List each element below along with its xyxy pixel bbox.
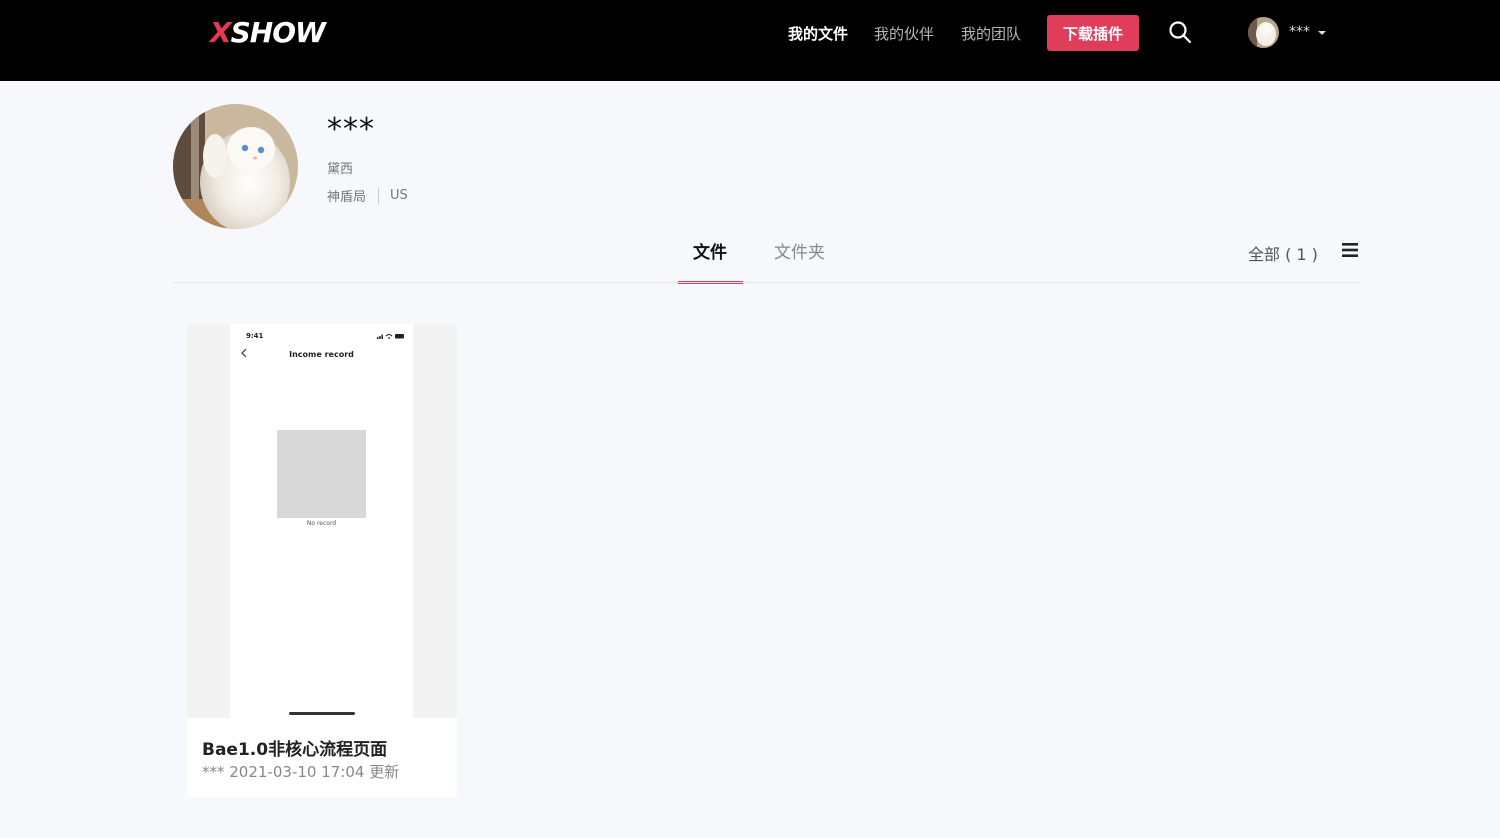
caret-down-icon[interactable] (1318, 31, 1326, 35)
top-navigation-bar: XSHOW 我的文件 我的伙伴 我的团队 下载插件 *** (0, 0, 1500, 81)
home-indicator (289, 712, 355, 715)
file-title[interactable]: Bae1.0非核心流程页面 (202, 735, 387, 760)
tab-folders[interactable]: 文件夹 (774, 238, 825, 263)
preview-empty-text: No record (306, 520, 337, 527)
profile-avatar (173, 104, 298, 229)
empty-state-image (277, 430, 366, 518)
file-meta: *** 2021-03-10 17:04 更新 (202, 763, 400, 781)
phone-preview: 9:41 Income record No record (230, 324, 413, 718)
search-icon[interactable] (1168, 20, 1192, 44)
status-bar-icons (377, 334, 404, 339)
user-avatar[interactable] (1248, 17, 1279, 48)
divider (378, 186, 380, 205)
profile-org-line: 神盾局 US (327, 186, 408, 205)
profile-region: US (390, 188, 408, 203)
tabs-divider (172, 282, 1361, 283)
user-menu-name[interactable]: *** (1289, 24, 1310, 40)
xshow-logo[interactable]: XSHOW (210, 16, 326, 49)
list-view-icon[interactable] (1342, 242, 1358, 258)
preview-status-time: 9:41 (246, 332, 264, 340)
download-plugin-button[interactable]: 下载插件 (1047, 15, 1139, 51)
nav-my-partners[interactable]: 我的伙伴 (874, 23, 934, 44)
nav-my-files[interactable]: 我的文件 (788, 23, 848, 44)
profile-name: *** (327, 112, 375, 147)
profile-subtitle: 黛西 (327, 162, 354, 177)
file-thumbnail: 9:41 Income record No record (187, 324, 457, 718)
preview-screen-title: Income record (289, 350, 354, 359)
file-card[interactable]: 9:41 Income record No record Bae1.0非核心流程… (187, 324, 457, 797)
profile-organization: 神盾局 (327, 190, 367, 205)
tab-files[interactable]: 文件 (693, 238, 727, 263)
nav-my-team[interactable]: 我的团队 (961, 23, 1021, 44)
filter-all-dropdown[interactable]: 全部 ( 1 ) (1248, 241, 1318, 265)
